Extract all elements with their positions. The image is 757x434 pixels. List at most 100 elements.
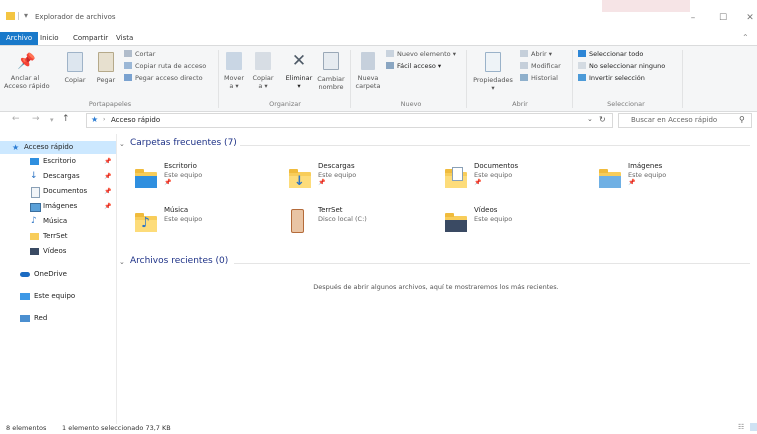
tile-location: Disco local (C:) (318, 215, 367, 223)
sidebar-item-quick-access[interactable]: ★ Acceso rápido (0, 141, 116, 154)
sidebar-label: Documentos (43, 187, 88, 195)
sidebar-item-terrset[interactable]: TerrSet (0, 230, 116, 243)
sidebar-item-this-pc[interactable]: Este equipo (0, 290, 116, 303)
move-to-button[interactable]: Mover a ▾ (222, 52, 246, 90)
history-command[interactable]: Historial (520, 73, 558, 84)
recent-locations-icon[interactable]: ▾ (50, 116, 54, 124)
group-label-abrir: Abrir (512, 100, 528, 108)
copy-to-button[interactable]: Copiar a ▾ (250, 52, 276, 90)
sidebar-item-escritorio[interactable]: Escritorio 📌 (0, 155, 116, 168)
modify-command[interactable]: Modificar (520, 61, 561, 72)
up-arrow-icon[interactable]: ↑ (62, 114, 70, 124)
tile-location: Este equipo (164, 171, 203, 179)
folder-tile-descargas[interactable]: ↓ Descargas Este equipo 📌 (287, 162, 437, 194)
sidebar-item-imagenes[interactable]: Imágenes 📌 (0, 200, 116, 213)
sidebar-item-videos[interactable]: Vídeos (0, 245, 116, 258)
folder-tile-videos[interactable]: Vídeos Este equipo (443, 206, 593, 236)
recent-files-header[interactable]: Archivos recientes (0) (130, 256, 228, 266)
video-icon (30, 248, 39, 255)
close-button[interactable]: ✕ (735, 10, 757, 26)
title-accent-decor (602, 0, 690, 12)
sidebar-item-descargas[interactable]: ↓ Descargas 📌 (0, 170, 116, 183)
folder-tile-imagenes[interactable]: Imágenes Este equipo 📌 (597, 162, 747, 194)
tiles-view-icon[interactable] (750, 423, 757, 431)
select-all-command[interactable]: Seleccionar todo (578, 49, 643, 60)
folder-icon (445, 213, 467, 232)
address-bar[interactable]: ★ › Acceso rápido ⌄ ↻ (86, 113, 613, 128)
tile-name: Música (164, 206, 189, 214)
details-view-icon[interactable]: ☷ (738, 423, 744, 431)
rename-label: Cambiar nombre (317, 75, 345, 91)
delete-button[interactable]: ✕ Eliminar ▾ (284, 52, 314, 90)
item-count: 8 elementos (6, 424, 47, 432)
folder-icon (599, 169, 621, 188)
sidebar-item-documentos[interactable]: Documentos 📌 (0, 185, 116, 198)
copy-button[interactable]: Copiar (62, 52, 88, 84)
paste-label: Pegar (96, 76, 116, 84)
sidebar-label: Imágenes (43, 202, 78, 210)
sidebar-item-network[interactable]: Red (0, 312, 116, 325)
quick-access-star-icon: ★ (91, 115, 99, 124)
sidebar-item-musica[interactable]: ♪ Música (0, 215, 116, 228)
desktop-icon (30, 158, 39, 165)
delete-label: Eliminar ▾ (285, 74, 313, 90)
new-item-command[interactable]: Nuevo elemento ▾ (386, 49, 456, 60)
collapse-recent-icon[interactable]: ⌄ (119, 258, 125, 266)
new-folder-label: Nueva carpeta (355, 74, 381, 90)
breadcrumb-quick-access[interactable]: Acceso rápido (111, 116, 160, 124)
collapse-ribbon-icon[interactable]: ⌃ (742, 33, 749, 42)
sidebar-label: Vídeos (43, 247, 67, 255)
folder-tile-documentos[interactable]: Documentos Este equipo 📌 (443, 162, 593, 194)
folder-tile-terrset[interactable]: TerrSet Disco local (C:) (287, 206, 437, 236)
maximize-button[interactable]: ☐ (708, 10, 738, 26)
pin-icon: 📌 (17, 52, 36, 70)
sidebar-item-onedrive[interactable]: OneDrive (0, 268, 116, 281)
move-label: Mover a ▾ (223, 74, 245, 90)
paste-icon (98, 52, 114, 72)
star-icon: ★ (12, 143, 20, 152)
back-arrow-icon[interactable]: ← (12, 114, 20, 124)
tab-vista[interactable]: Vista (110, 32, 139, 45)
tile-location: Este equipo (474, 215, 513, 223)
sidebar-label: OneDrive (34, 270, 67, 278)
paste-shortcut-command[interactable]: Pegar acceso directo (124, 73, 203, 84)
new-folder-button[interactable]: Nueva carpeta (354, 52, 382, 90)
sidebar-label: Acceso rápido (24, 143, 74, 151)
open-command[interactable]: Abrir ▾ (520, 49, 552, 60)
select-none-icon (578, 62, 586, 69)
sidebar-label: Escritorio (43, 157, 76, 165)
pin-quick-access-button[interactable]: 📌 Anclar al Acceso rápido (4, 52, 50, 90)
refresh-icon[interactable]: ↻ (599, 115, 606, 124)
copy-path-command[interactable]: Copiar ruta de acceso (124, 61, 206, 72)
easy-access-command[interactable]: Fácil acceso ▾ (386, 61, 441, 72)
invert-selection-icon (578, 74, 586, 81)
forward-arrow-icon[interactable]: → (32, 114, 40, 124)
tab-archivo[interactable]: Archivo (0, 32, 39, 45)
paste-button[interactable]: Pegar (94, 52, 118, 84)
folder-tile-escritorio[interactable]: Escritorio Este equipo 📌 (133, 162, 283, 194)
properties-label: Propiedades ▾ (473, 76, 513, 92)
collapse-frequent-icon[interactable]: ⌄ (119, 140, 125, 148)
group-label-organizar: Organizar (269, 100, 301, 108)
document-icon (31, 187, 40, 198)
group-label-portapapeles: Portapapeles (88, 100, 132, 108)
frequent-folders-header[interactable]: Carpetas frecuentes (7) (130, 138, 237, 148)
new-folder-icon (361, 52, 375, 70)
select-none-command[interactable]: No seleccionar ninguno (578, 61, 665, 72)
properties-icon (485, 52, 501, 72)
scissors-icon (124, 50, 132, 57)
qat-dropdown-icon[interactable]: ▾ (24, 11, 28, 20)
tab-compartir[interactable]: Compartir (67, 32, 114, 45)
search-icon[interactable]: ⚲ (739, 115, 745, 124)
folder-tile-musica[interactable]: ♪ Música Este equipo (133, 206, 283, 236)
properties-button[interactable]: Propiedades ▾ (470, 52, 516, 92)
address-dropdown-icon[interactable]: ⌄ (587, 115, 593, 123)
tab-inicio[interactable]: Inicio (34, 32, 65, 45)
search-input[interactable]: Buscar en Acceso rápido ⚲ (618, 113, 752, 128)
cut-command[interactable]: Cortar (124, 49, 155, 60)
new-item-icon (386, 50, 394, 57)
invert-selection-command[interactable]: Invertir selección (578, 73, 645, 84)
rename-button[interactable]: Cambiar nombre (316, 52, 346, 91)
minimize-button[interactable]: – (678, 10, 708, 26)
group-label-seleccionar: Seleccionar (607, 100, 645, 108)
